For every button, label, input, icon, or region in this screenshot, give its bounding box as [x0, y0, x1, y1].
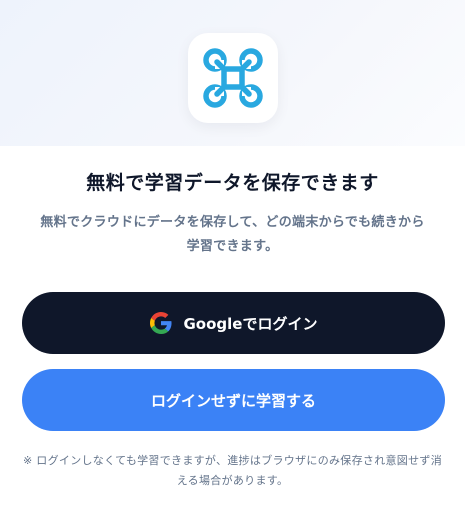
drone-icon	[203, 48, 263, 108]
page-subtitle: 無料でクラウドにデータを保存して、どの端末からでも続きから学習できます。	[40, 215, 425, 254]
page-title: 無料で学習データを保存できます	[86, 172, 379, 194]
google-g-icon	[149, 312, 172, 334]
google-login-label: Googleでログイン	[183, 314, 318, 333]
hero-banner	[0, 0, 465, 146]
google-login-button[interactable]: Googleでログイン	[22, 292, 445, 354]
app-logo	[188, 33, 278, 123]
guest-learn-label: ログインせずに学習する	[150, 391, 316, 410]
footnote-warning: ※ ログインしなくても学習できますが、進捗はブラウザにのみ保存され意図せず消える…	[22, 454, 442, 487]
guest-learn-button[interactable]: ログインせずに学習する	[22, 369, 445, 431]
